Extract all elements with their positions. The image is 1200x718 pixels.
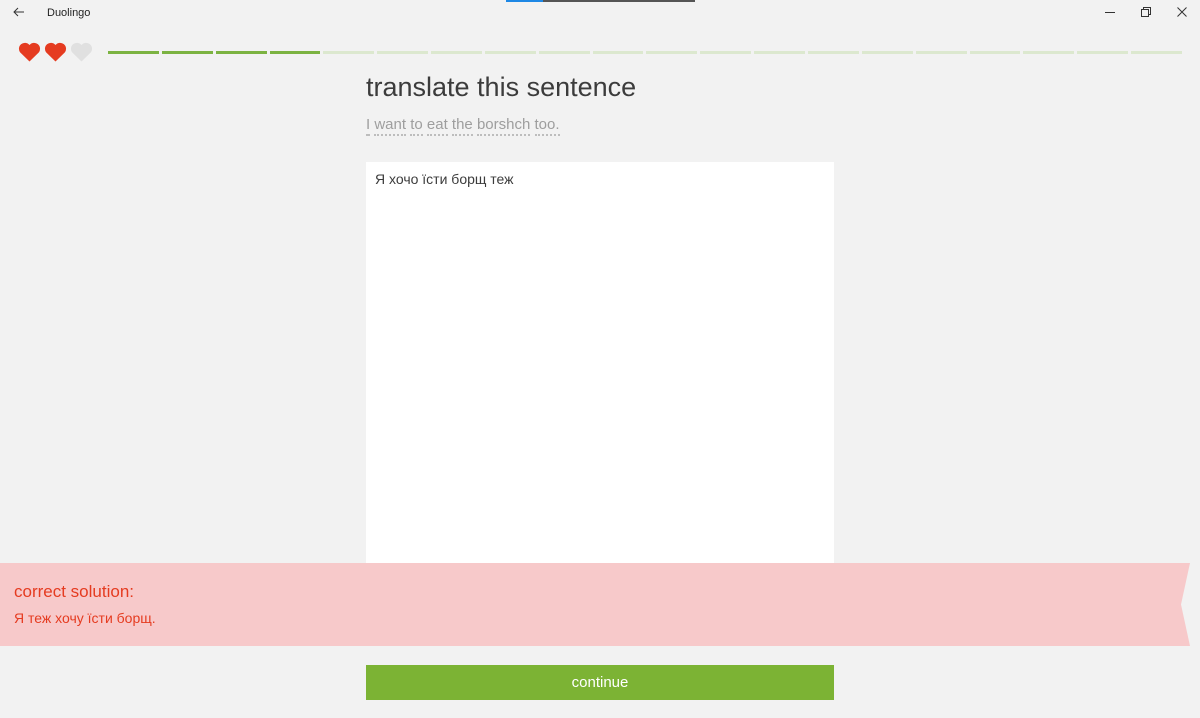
sentence-word[interactable]: I [366, 116, 371, 136]
sentence-word[interactable]: to [410, 116, 423, 136]
progress-segment-remaining [592, 51, 644, 54]
sentence-word[interactable]: borshch [476, 116, 531, 136]
progress-segment-remaining [969, 51, 1021, 54]
back-arrow-icon [13, 4, 25, 22]
progress-segment-remaining [646, 51, 698, 54]
heart-empty-icon [70, 42, 93, 62]
title-bar: Duolingo [0, 0, 1200, 28]
minimize-icon [1105, 4, 1115, 22]
feedback-ribbon-shape [0, 563, 1190, 646]
progress-segment-remaining [1077, 51, 1129, 54]
continue-button[interactable]: continue [366, 665, 834, 700]
sentence-word[interactable]: the [451, 116, 473, 136]
progress-segment-remaining [538, 51, 590, 54]
progress-segment-complete [108, 51, 159, 54]
progress-segment-remaining [754, 51, 805, 54]
answer-input[interactable]: Я хочо їсти борщ теж [366, 162, 834, 582]
sentence-word[interactable]: too. [534, 116, 560, 136]
progress-segment-remaining [431, 51, 482, 54]
progress-segment-complete [269, 51, 321, 54]
progress-segment-remaining [1023, 51, 1075, 54]
progress-segment-remaining [377, 51, 429, 54]
window-drag-indicator [506, 0, 695, 2]
progress-segment-remaining [484, 51, 536, 54]
progress-segment-remaining [700, 51, 752, 54]
heart-icon [44, 42, 67, 62]
correct-solution-text: Я теж хочу їсти борщ. [14, 610, 156, 626]
sentence-word[interactable]: eat [426, 116, 448, 136]
progress-segment-remaining [807, 51, 859, 54]
feedback-heading: correct solution: [14, 582, 134, 601]
answer-text: Я хочо їсти борщ теж [375, 171, 514, 187]
close-icon [1177, 4, 1187, 22]
progress-segment-complete [215, 51, 267, 54]
restore-icon [1141, 4, 1151, 22]
minimize-button[interactable] [1090, 0, 1130, 26]
source-sentence: I want to eat the borshch too. [366, 116, 560, 136]
heart-icon [18, 42, 41, 62]
progress-segment-remaining [1131, 51, 1182, 54]
restore-button[interactable] [1126, 0, 1166, 26]
sentence-word[interactable]: want [374, 116, 407, 136]
back-button[interactable] [4, 0, 34, 26]
lesson-progress-bar [108, 51, 1182, 54]
hearts-lives [18, 42, 93, 62]
app-title: Duolingo [47, 7, 91, 19]
feedback-banner: correct solution: Я теж хочу їсти борщ. [0, 563, 1190, 646]
close-button[interactable] [1162, 0, 1200, 26]
prompt-title: translate this sentence [366, 72, 637, 102]
progress-segment-remaining [861, 51, 913, 54]
progress-segment-remaining [323, 51, 375, 54]
progress-segment-complete [161, 51, 213, 54]
progress-segment-remaining [915, 51, 967, 54]
drag-indicator-accent [506, 0, 543, 2]
